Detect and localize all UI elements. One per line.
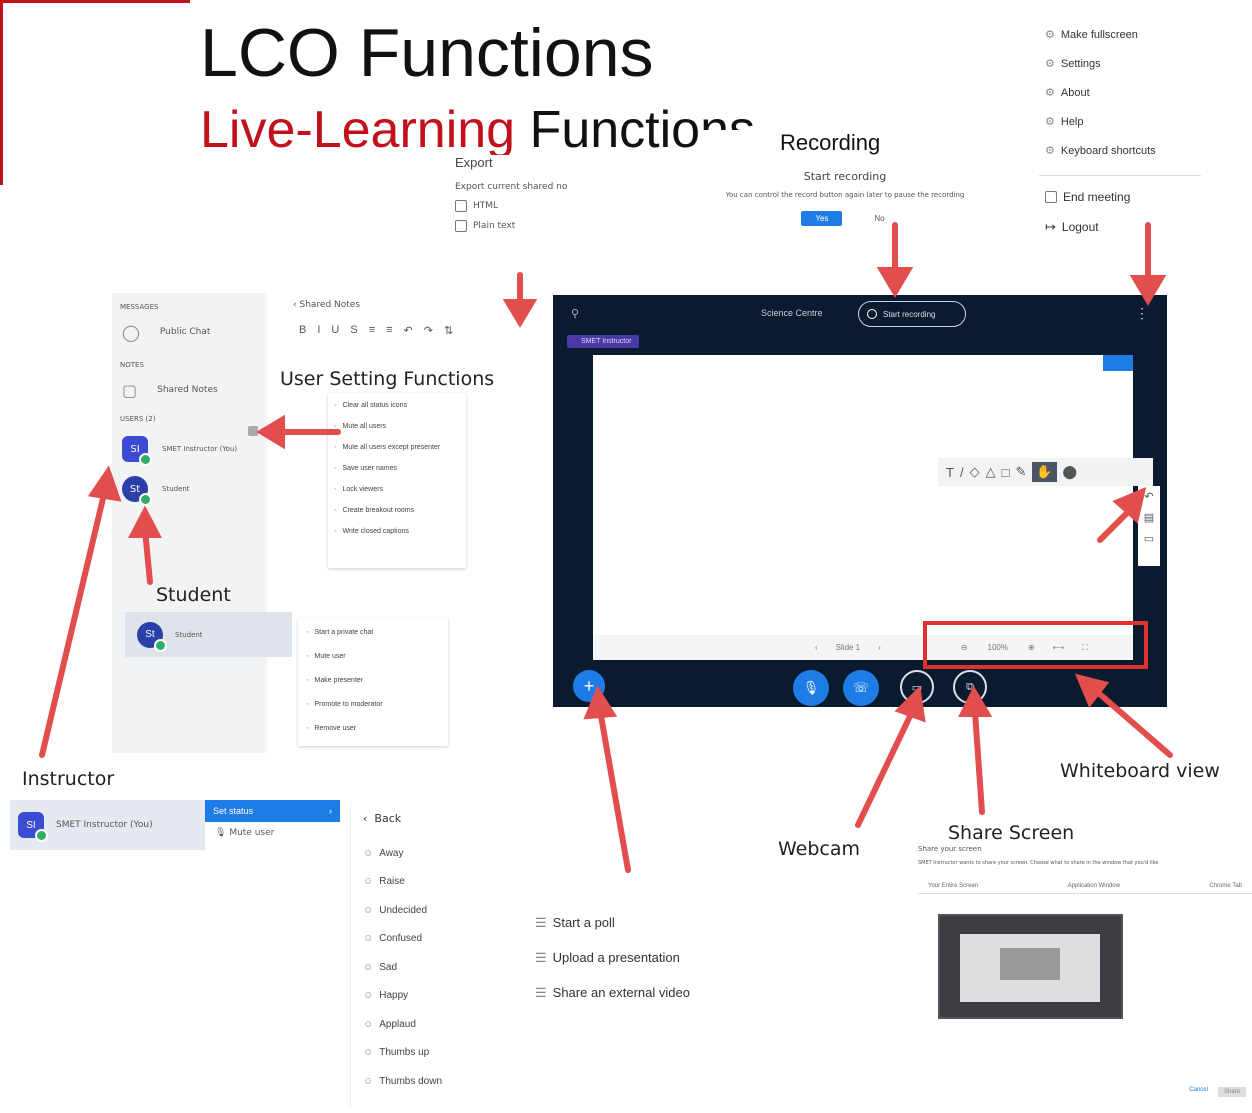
arrowhead-recording (876, 267, 914, 298)
arrowhead-student (128, 505, 162, 538)
arrow-instructor (39, 487, 108, 758)
arrow-share (972, 709, 985, 815)
arrowhead-webcam (894, 685, 926, 723)
arrowhead-user-settings (256, 414, 285, 450)
arrowhead-hand-tool (1112, 486, 1147, 524)
arrowhead-plus (583, 685, 618, 720)
arrowhead-share (958, 685, 993, 717)
arrow-hand-tool (1097, 507, 1133, 543)
arrowhead-instructor (87, 465, 122, 502)
arrow-plus (597, 707, 631, 873)
annotation-arrows (39, 222, 1173, 873)
arrow-webcam (855, 709, 915, 828)
arrowhead-export (502, 299, 538, 328)
arrowhead-options (1129, 275, 1167, 306)
arrow-whiteboard (1092, 687, 1173, 758)
